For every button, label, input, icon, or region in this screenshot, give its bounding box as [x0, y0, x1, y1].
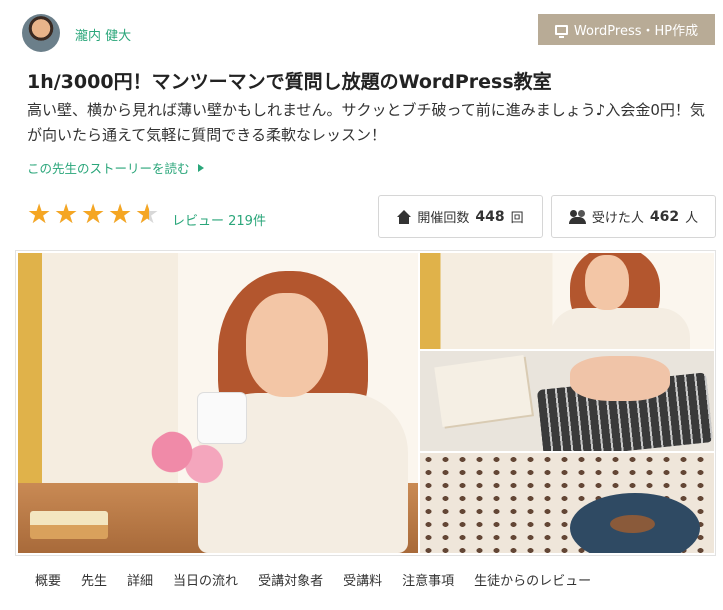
photo-gallery — [15, 250, 716, 556]
star-icon: ★ ★ — [108, 199, 133, 230]
lesson-description: 高い壁、横から見れば薄い壁かもしれません。サクッとブチ破って前に進みましょう♪入… — [27, 101, 705, 144]
section-tabs: 概要 先生 詳細 当日の流れ 受講対象者 受講料 注意事項 生徒からのレビュー — [15, 560, 716, 598]
coffee-spoon — [610, 515, 655, 533]
tab-schedule[interactable]: 当日の流れ — [173, 570, 238, 589]
lesson-count-value: 448 — [475, 208, 505, 225]
play-arrow-icon — [197, 164, 204, 172]
pink-flowers — [148, 428, 228, 488]
woman-face — [585, 255, 629, 310]
woman-face — [246, 293, 328, 397]
thumbnail-photo-laptop[interactable] — [420, 351, 714, 451]
star-icon: ★ ★ — [27, 199, 52, 230]
thumbnail-photo-woman[interactable] — [420, 253, 714, 349]
lesson-title: 1h/3000円！マンツーマンで質問し放題のWordPress教室 — [27, 71, 552, 93]
cake-slice — [30, 511, 108, 539]
star-icon: ★ ★ — [81, 199, 106, 230]
tab-details[interactable]: 詳細 — [127, 570, 153, 589]
rating-stars: ★ ★ ★ ★ ★ ★ ★ ★ ★ ★ — [27, 201, 162, 228]
lesson-count-unit: 回 — [510, 211, 524, 226]
typing-hands — [570, 356, 670, 401]
tab-teacher[interactable]: 先生 — [81, 570, 107, 589]
tab-reviews[interactable]: 生徒からのレビュー — [474, 570, 591, 589]
student-count-unit: 人 — [685, 211, 699, 226]
lesson-count-box: 開催回数 448 回 — [378, 195, 543, 238]
review-count-link[interactable]: レビュー 219件 — [172, 210, 266, 229]
student-count-box: 受けた人 462 人 — [551, 195, 716, 238]
star-icon: ★ ★ — [54, 199, 79, 230]
star-half-icon: ★ ★ — [135, 199, 160, 230]
tab-notes[interactable]: 注意事項 — [402, 570, 454, 589]
monitor-icon — [554, 24, 568, 38]
tab-overview[interactable]: 概要 — [35, 570, 61, 589]
main-photo[interactable] — [18, 253, 418, 553]
people-icon — [568, 209, 586, 224]
thumbnail-photo-coffee[interactable] — [420, 453, 714, 553]
teacher-avatar[interactable] — [22, 14, 60, 52]
category-badge[interactable]: WordPress・HP作成 — [538, 14, 715, 45]
category-label: WordPress・HP作成 — [573, 24, 699, 39]
lesson-count-label: 開催回数 — [417, 211, 470, 226]
student-count-value: 462 — [649, 208, 680, 225]
notebook — [434, 355, 532, 427]
tab-fee[interactable]: 受講料 — [343, 570, 382, 589]
story-link-label: この先生のストーリーを読む — [27, 161, 190, 176]
teacher-name-link[interactable]: 瀧内 健大 — [75, 25, 131, 44]
woman-body — [550, 308, 690, 349]
house-icon — [397, 209, 412, 224]
teacher-story-link[interactable]: この先生のストーリーを読む — [27, 158, 204, 177]
tab-target-students[interactable]: 受講対象者 — [258, 570, 323, 589]
student-count-label: 受けた人 — [591, 211, 644, 226]
